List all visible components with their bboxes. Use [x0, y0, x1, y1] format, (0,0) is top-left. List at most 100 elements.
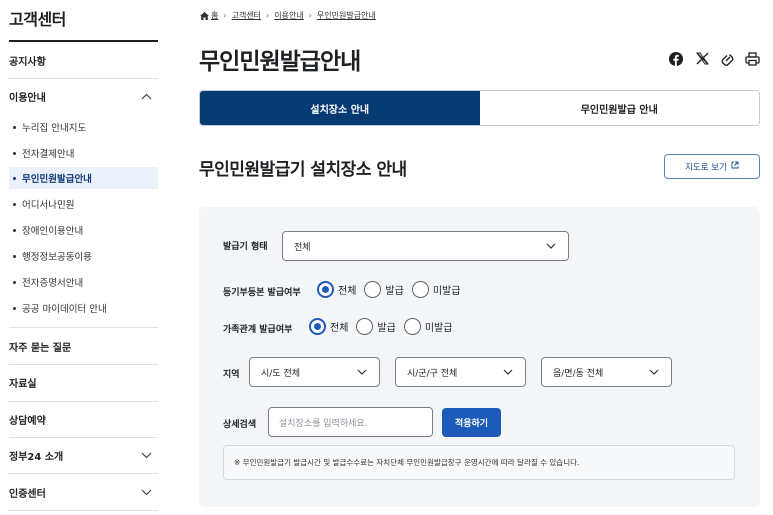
tab-kiosk-guide[interactable]: 무인민원발급 안내: [480, 91, 760, 125]
eupmyeondong-select[interactable]: 읍/면/동 전체: [541, 357, 672, 387]
kiosk-type-select[interactable]: 전체: [282, 231, 569, 261]
radio-label: 미발급: [424, 323, 453, 334]
sidebar-item-gov24-intro[interactable]: 정부24 소개: [9, 437, 158, 473]
sidebar-item-label: 인증센터: [9, 488, 46, 500]
sidebar-item-faq[interactable]: 자주 묻는 질문: [9, 328, 158, 364]
select-value: 시/군/구 전체: [407, 368, 458, 379]
sidebar-item-usage-guide[interactable]: 이용안내: [9, 78, 158, 114]
chevron-right-icon: ›: [223, 11, 227, 20]
sidebar-subitem-payment[interactable]: 전자결제안내: [9, 142, 158, 164]
sidebar-item-label: 자주 묻는 질문: [9, 342, 72, 354]
x-icon[interactable]: [696, 52, 709, 65]
sidebar-subitem-label: 공공 마이데이터 안내: [22, 304, 107, 315]
radio-label: 발급: [385, 286, 404, 297]
registry-radio-all[interactable]: 전체: [317, 281, 356, 298]
sidebar-item-label: 정부24 소개: [9, 451, 64, 463]
bullet-icon: [13, 176, 16, 180]
kiosk-type-label: 발급기 형태: [223, 242, 268, 252]
breadcrumb-usage-guide[interactable]: 이용안내: [274, 10, 303, 21]
sidebar-subitem-mydata[interactable]: 공공 마이데이터 안내: [9, 297, 158, 319]
sidebar-subitem-label: 장애인이용안내: [22, 226, 84, 237]
radio-selected-icon: [309, 318, 326, 335]
section-title: 무인민원발급기 설치장소 안내: [199, 160, 407, 180]
sidebar-item-label: 상담예약: [9, 415, 46, 427]
registry-radio-group: 전체 발급 미발급: [317, 281, 468, 298]
breadcrumb-home[interactable]: 홈: [211, 10, 218, 21]
bullet-icon: [13, 306, 16, 310]
sidebar-item-reservation[interactable]: 상담예약: [9, 401, 158, 437]
chevron-right-icon: ›: [308, 11, 312, 20]
sidebar-item-auth-center[interactable]: 인증센터: [9, 474, 158, 510]
print-icon[interactable]: [745, 52, 760, 66]
sidebar-subitem-label: 행정정보공동이용: [22, 252, 92, 263]
sidebar-title: 고객센터: [9, 10, 66, 29]
radio-empty-icon: [356, 318, 374, 335]
sido-select[interactable]: 시/도 전체: [249, 357, 380, 387]
map-view-label: 지도로 보기: [685, 162, 727, 173]
radio-label: 전체: [338, 286, 357, 297]
chevron-down-icon[interactable]: [141, 489, 152, 496]
breadcrumb: 홈 › 고객센터 › 이용안내 › 무인민원발급안내: [200, 10, 376, 21]
facebook-icon[interactable]: [669, 52, 683, 66]
map-view-button[interactable]: 지도로 보기: [664, 154, 760, 179]
radio-empty-icon: [364, 281, 382, 298]
family-radio-all[interactable]: 전체: [309, 318, 348, 335]
bullet-icon: [13, 280, 16, 284]
notice-text: ※ 무인민원발급기 발급시간 및 발급수수료는 자치단체 무인민원발급창구 운영…: [234, 458, 580, 467]
breadcrumb-customer-center[interactable]: 고객센터: [232, 10, 261, 21]
radio-label: 발급: [377, 323, 396, 334]
registry-radio-no-issue[interactable]: 미발급: [411, 281, 461, 298]
sidebar-subitem-accessibility[interactable]: 장애인이용안내: [9, 219, 158, 241]
radio-label: 미발급: [432, 286, 461, 297]
bullet-icon: [13, 228, 16, 232]
home-icon: [200, 11, 209, 20]
sigungu-select[interactable]: 시/군/구 전체: [395, 357, 526, 387]
select-value: 시/도 전체: [261, 368, 301, 379]
sidebar-subitem-anywhere[interactable]: 어디서나민원: [9, 193, 158, 215]
sidebar-subitem-shared-info[interactable]: 행정정보공동이용: [9, 245, 158, 267]
chevron-down-icon: [357, 369, 367, 375]
chevron-down-icon: [503, 369, 513, 375]
apply-button[interactable]: 적용하기: [442, 408, 501, 437]
link-icon[interactable]: [721, 52, 735, 66]
radio-selected-icon: [317, 281, 334, 298]
sidebar-subitem-label: 전자증명서안내: [22, 278, 84, 289]
sidebar-subitem-label: 전자결제안내: [22, 149, 75, 160]
sidebar-subitem-label: 무인민원발급안내: [22, 174, 92, 185]
radio-label: 전체: [330, 323, 349, 334]
family-radio-no-issue[interactable]: 미발급: [403, 318, 453, 335]
sidebar-item-label: 이용안내: [9, 92, 46, 104]
chevron-right-icon: ›: [266, 11, 270, 20]
page-title: 무인민원발급안내: [199, 49, 361, 75]
sidebar-subitem-sitemap[interactable]: 누리집 안내지도: [9, 116, 158, 138]
chevron-down-icon: [546, 243, 556, 249]
bullet-icon: [13, 202, 16, 206]
registry-label: 등기부등본 발급여부: [223, 288, 301, 298]
external-link-icon: [731, 161, 739, 172]
bullet-icon: [13, 254, 16, 258]
sidebar-item-notice[interactable]: 공지사항: [9, 42, 158, 78]
sidebar-subitem-label: 어디서나민원: [22, 200, 75, 211]
select-value: 읍/면/동 전체: [553, 368, 604, 379]
sidebar: 고객센터 공지사항 이용안내 누리집 안내지도 전자결제안내 무인민원발급안내 …: [0, 0, 158, 515]
sidebar-item-label: 공지사항: [9, 56, 46, 68]
family-label: 가족관계 발급여부: [223, 325, 293, 335]
chevron-down-icon[interactable]: [141, 452, 152, 459]
bullet-icon: [13, 125, 16, 129]
sidebar-subitem-e-certificate[interactable]: 전자증명서안내: [9, 271, 158, 293]
registry-radio-issue[interactable]: 발급: [364, 281, 404, 298]
chevron-down-icon: [649, 369, 659, 375]
chevron-up-icon[interactable]: [141, 93, 152, 100]
tab-install-locations[interactable]: 설치장소 안내: [200, 91, 480, 125]
breadcrumb-current[interactable]: 무인민원발급안내: [317, 10, 376, 21]
family-radio-issue[interactable]: 발급: [356, 318, 396, 335]
bullet-icon: [13, 151, 16, 155]
location-search-input[interactable]: 설치장소를 입력하세요.: [268, 407, 433, 437]
search-label: 상세검색: [223, 420, 257, 430]
sidebar-subitem-label: 누리집 안내지도: [22, 123, 87, 134]
select-value: 전체: [294, 242, 311, 253]
region-label: 지역: [223, 370, 240, 380]
sidebar-item-library[interactable]: 자료실: [9, 364, 158, 400]
sidebar-item-label: 자료실: [9, 378, 37, 390]
sidebar-subitem-kiosk[interactable]: 무인민원발급안내: [9, 167, 158, 189]
